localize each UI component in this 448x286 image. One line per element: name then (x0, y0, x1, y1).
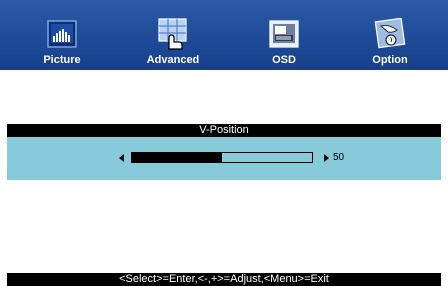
tab-picture[interactable]: Picture (30, 0, 94, 70)
v-position-slider[interactable] (131, 152, 313, 163)
top-navigation: Picture Advanced OSD Option (0, 0, 448, 70)
tab-label: Advanced (146, 54, 200, 66)
tab-label: OSD (272, 54, 296, 66)
tab-label: Picture (43, 54, 81, 66)
increase-arrow-icon[interactable] (324, 154, 329, 162)
section-title: V-Position (7, 124, 441, 137)
v-position-slider-row: 50 (7, 137, 441, 180)
slider-value: 50 (333, 152, 345, 163)
slider-fill (132, 153, 222, 162)
tab-osd[interactable]: OSD (252, 0, 316, 70)
osd-icon (268, 18, 300, 50)
osd-menu: Picture Advanced OSD Option V-Position 5… (0, 0, 448, 286)
tab-advanced[interactable]: Advanced (137, 0, 209, 70)
key-help-bar: <Select>=Enter,<-,+>=Adjust,<Menu>=Exit (7, 273, 441, 286)
advanced-icon (157, 18, 189, 50)
option-icon (374, 18, 406, 50)
tab-label: Option (372, 54, 408, 66)
decrease-arrow-icon[interactable] (119, 154, 124, 162)
picture-icon (46, 18, 78, 50)
tab-option[interactable]: Option (358, 0, 422, 70)
